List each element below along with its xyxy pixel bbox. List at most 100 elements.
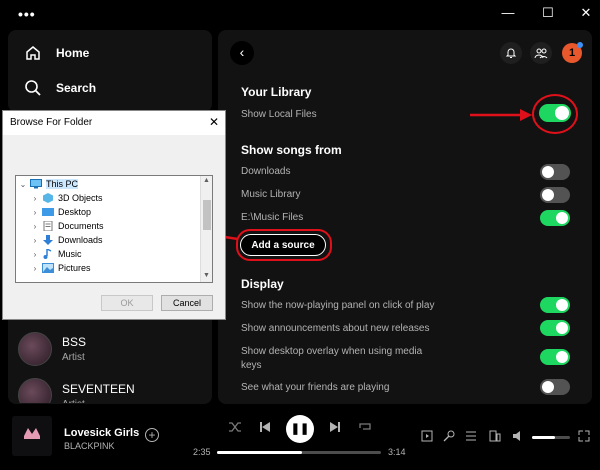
tree-item-3d-objects[interactable]: › 3D Objects [30, 191, 103, 205]
expand-down-icon: ⌄ [19, 179, 27, 189]
connect-device-button[interactable] [489, 430, 501, 445]
scroll-down-icon: ▼ [203, 272, 210, 279]
tree-item-label: 3D Objects [58, 193, 103, 203]
menu-dots-button[interactable]: ••• [18, 6, 36, 22]
friend-activity-button[interactable] [530, 42, 552, 64]
tree-item-label: This PC [46, 179, 79, 189]
scroll-thumb[interactable] [203, 200, 211, 230]
ok-button[interactable]: OK [101, 295, 153, 311]
dialog-close-button[interactable]: ✕ [209, 115, 219, 129]
source-toggle-downloads[interactable] [540, 164, 570, 180]
tree-item-documents[interactable]: › Documents [30, 219, 104, 233]
tree-item-label: Downloads [58, 235, 103, 245]
nav-search-label: Search [56, 81, 97, 95]
display-option-label-cont: keys [241, 360, 262, 371]
lyrics-button[interactable] [443, 430, 455, 445]
avatar-initial: 1 [568, 47, 576, 59]
chevron-left-icon: ‹ [239, 44, 245, 60]
your-library-heading: Your Library [241, 85, 312, 99]
folder-tree[interactable]: ⌄ This PC › 3D Objects › Desktop › Docum… [15, 175, 213, 283]
pause-icon: ❚❚ [290, 423, 310, 435]
duration-time: 3:14 [388, 447, 406, 457]
desktop-folder-icon [42, 208, 54, 216]
source-toggle-music-library[interactable] [540, 187, 570, 203]
tree-scrollbar[interactable]: ▲ ▼ [200, 176, 212, 282]
fullscreen-button[interactable] [578, 430, 590, 445]
library-item[interactable]: SEVENTEEN Artist [18, 375, 135, 403]
chevron-right-icon: › [33, 207, 37, 217]
plus-icon: + [148, 428, 156, 442]
search-icon [25, 80, 41, 96]
repeat-button[interactable] [358, 421, 372, 436]
tree-item-desktop[interactable]: › Desktop [30, 205, 91, 219]
volume-slider[interactable] [532, 436, 570, 439]
cancel-button[interactable]: Cancel [161, 295, 213, 311]
track-title[interactable]: Lovesick Girls [64, 427, 139, 439]
tree-item-label: Pictures [58, 263, 91, 273]
tree-item-pictures[interactable]: › Pictures [30, 261, 91, 275]
progress-bar[interactable] [217, 451, 381, 454]
device-icon [489, 430, 501, 442]
close-button[interactable]: ✕ [576, 4, 596, 22]
artist-avatar [18, 378, 52, 403]
download-icon [43, 235, 53, 245]
artist-type: Artist [62, 352, 85, 363]
pause-button[interactable]: ❚❚ [286, 415, 314, 443]
source-label: Downloads [241, 166, 291, 177]
track-artist[interactable]: BLACKPINK [64, 441, 115, 451]
tree-item-downloads[interactable]: › Downloads [30, 233, 103, 247]
shuffle-icon [229, 422, 241, 432]
home-icon [26, 46, 40, 60]
show-local-files-toggle[interactable] [539, 104, 571, 122]
show-songs-from-heading: Show songs from [241, 143, 342, 157]
display-option-label: Show the now-playing panel on click of p… [241, 300, 435, 311]
microphone-icon [443, 430, 455, 442]
nav-search[interactable]: Search [24, 76, 96, 100]
add-to-library-button[interactable]: + [145, 428, 159, 442]
tree-item-this-pc[interactable]: ⌄ This PC [18, 177, 79, 191]
source-toggle-music-files[interactable] [540, 210, 570, 226]
next-button[interactable] [328, 421, 342, 436]
picture-icon [42, 263, 54, 273]
document-icon [43, 221, 53, 231]
album-cover[interactable] [12, 416, 52, 456]
back-button[interactable]: ‹ [230, 41, 254, 65]
bell-icon [505, 48, 517, 58]
volume-fill [532, 436, 555, 439]
nav-home-label: Home [56, 46, 90, 60]
tree-item-music[interactable]: › Music [30, 247, 82, 261]
maximize-button[interactable]: ☐ [538, 4, 558, 22]
progress-fill [217, 451, 303, 454]
now-playing-icon [421, 430, 433, 442]
volume-icon [513, 431, 520, 441]
minimize-button[interactable]: — [498, 4, 518, 22]
display-toggle-now-playing[interactable] [540, 297, 570, 313]
chevron-right-icon: › [33, 193, 37, 203]
user-avatar[interactable]: 1 [562, 42, 583, 63]
chevron-right-icon: › [33, 249, 37, 259]
display-heading: Display [241, 277, 284, 291]
tree-item-label: Documents [58, 221, 104, 231]
add-source-button[interactable]: Add a source [240, 234, 326, 256]
nav-home[interactable]: Home [24, 41, 89, 65]
display-toggle-desktop-overlay[interactable] [540, 349, 570, 365]
tree-item-label: Desktop [58, 207, 92, 217]
music-note-icon [43, 249, 52, 259]
library-item[interactable]: BSS Artist [18, 327, 86, 371]
queue-button[interactable] [465, 430, 477, 445]
artist-type: Artist [62, 399, 135, 403]
skip-back-icon [260, 422, 270, 432]
notifications-button[interactable] [500, 42, 522, 64]
mute-button[interactable] [512, 430, 524, 445]
skip-forward-icon [330, 422, 340, 432]
chevron-right-icon: › [33, 235, 37, 245]
shuffle-button[interactable] [228, 421, 242, 436]
display-toggle-announcements[interactable] [540, 320, 570, 336]
display-toggle-friends[interactable] [540, 379, 570, 395]
now-playing-view-button[interactable] [421, 430, 433, 445]
scroll-up-icon: ▲ [203, 177, 210, 184]
repeat-icon [359, 423, 371, 430]
previous-button[interactable] [258, 421, 272, 436]
chevron-right-icon: › [33, 221, 37, 231]
browse-folder-dialog: Browse For Folder ✕ ⌄ This PC › 3D Objec… [2, 110, 226, 320]
